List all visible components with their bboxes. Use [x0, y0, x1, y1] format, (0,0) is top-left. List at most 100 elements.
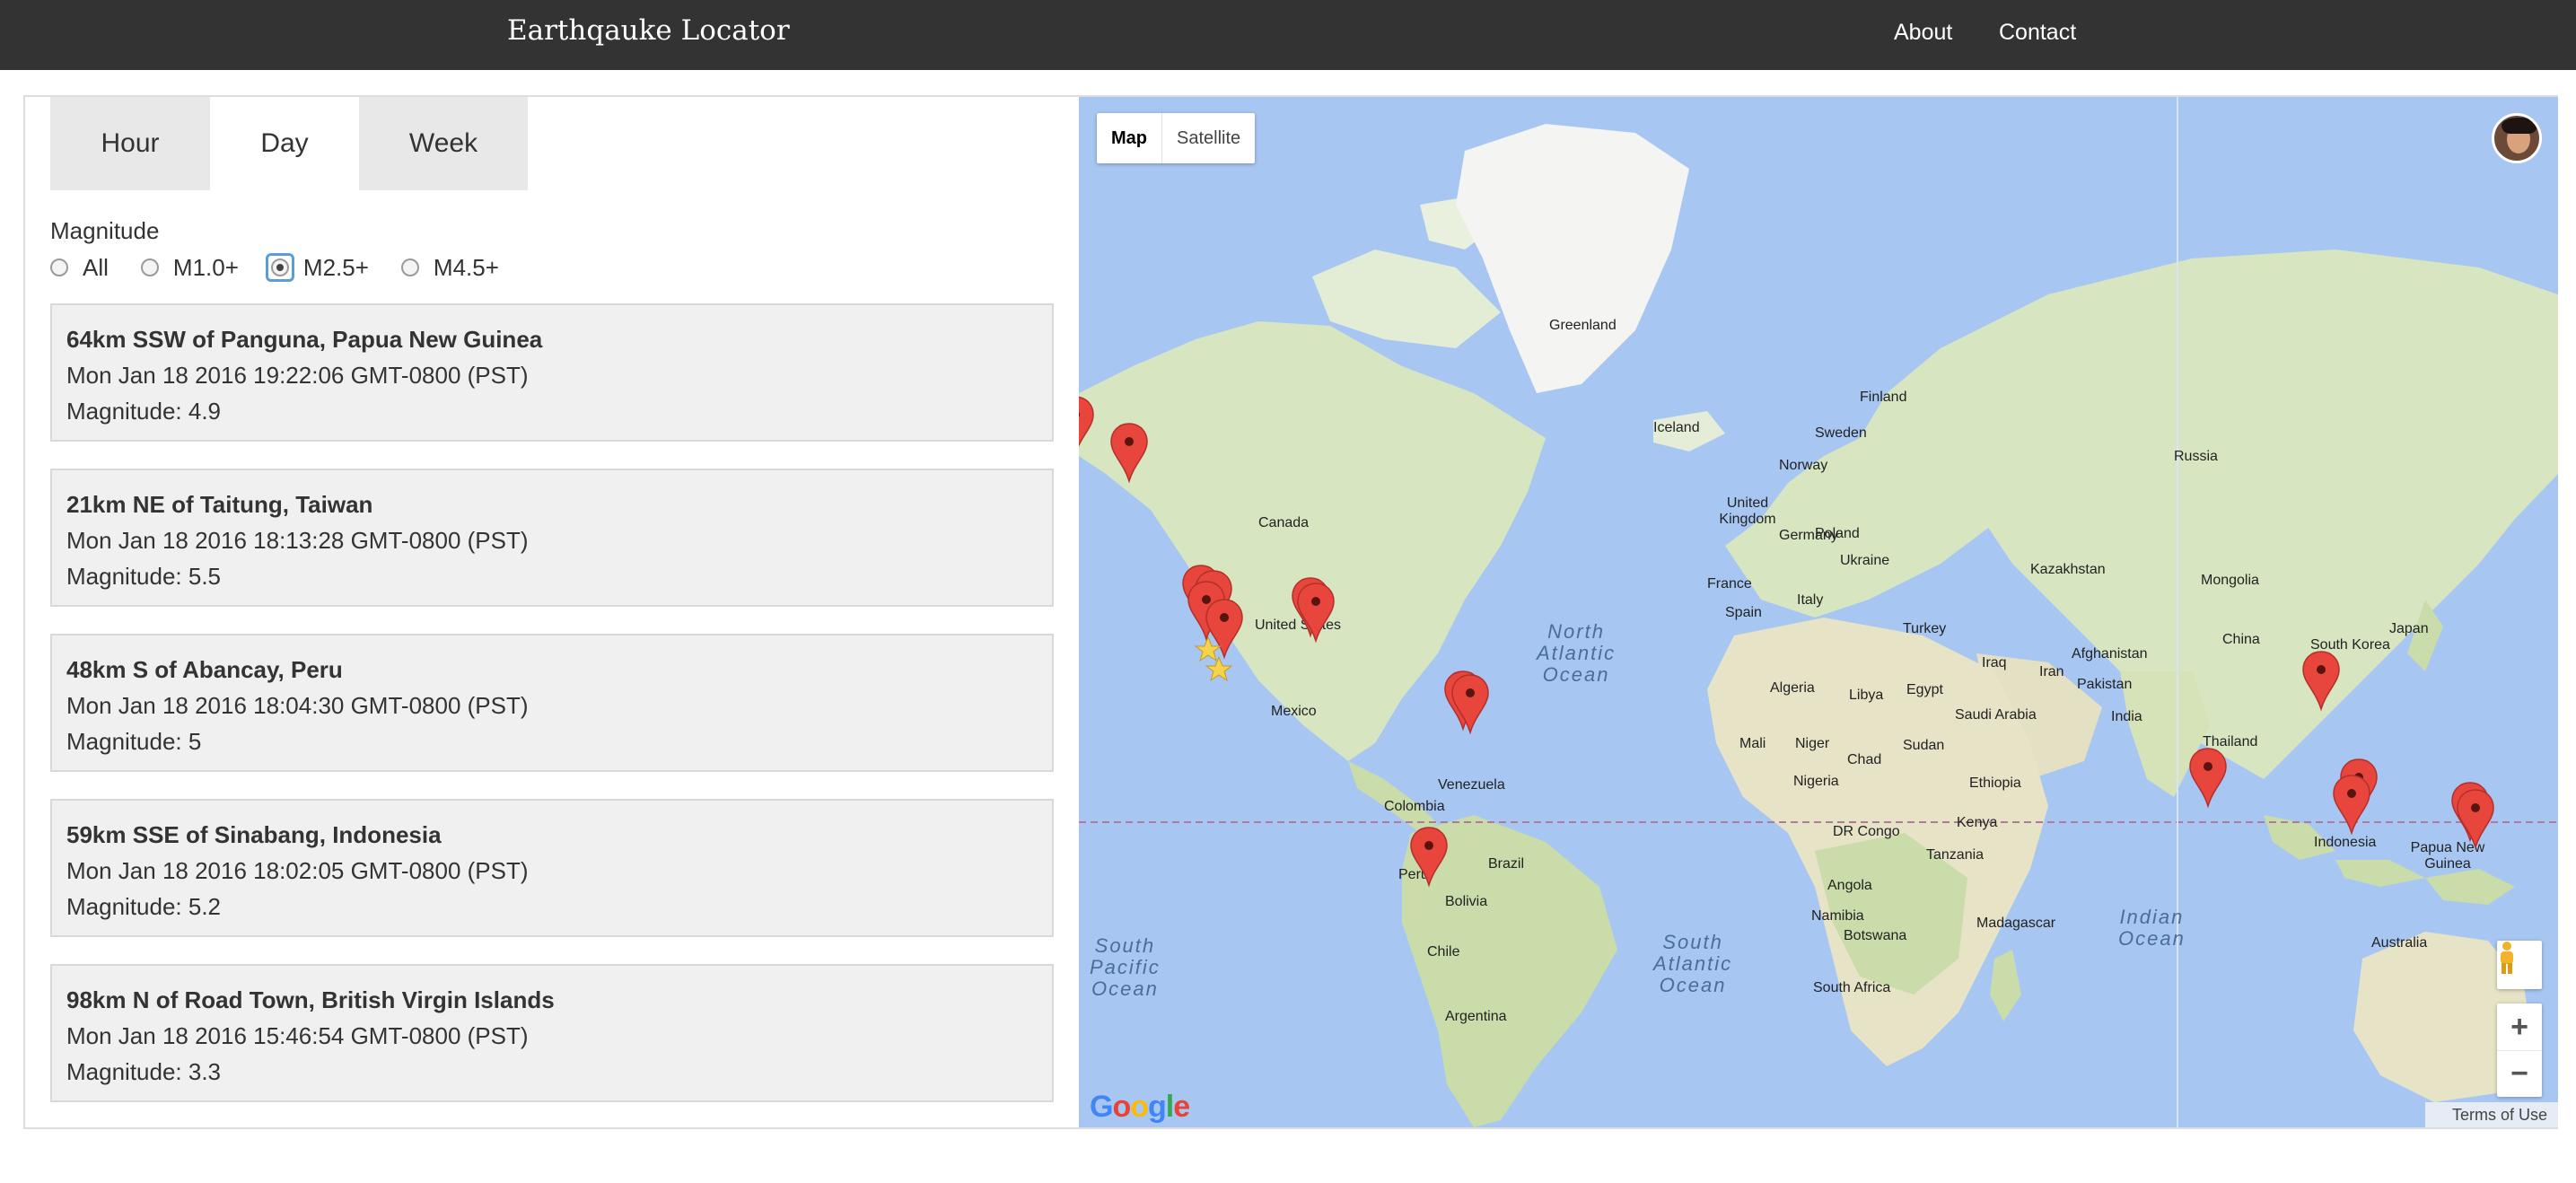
- map-label: DR Congo: [1833, 824, 1900, 839]
- nav-about-link[interactable]: About: [1894, 20, 1952, 46]
- ocean-label-south-atlantic: South Atlantic Ocean: [1653, 931, 1733, 996]
- quake-item[interactable]: 98km N of Road Town, British Virgin Isla…: [50, 964, 1054, 1102]
- ocean-label-south-pacific: South Pacific Ocean: [1090, 934, 1161, 1000]
- google-logo: Google: [1090, 1090, 1190, 1124]
- map-label: Saudi Arabia: [1955, 707, 2037, 723]
- quake-time: Mon Jan 18 2016 19:22:06 GMT-0800 (PST): [66, 362, 529, 389]
- map-label: Russia: [2174, 449, 2218, 464]
- map-label: Spain: [1725, 605, 1762, 620]
- map-label: South Africa: [1813, 980, 1891, 995]
- map-label: Algeria: [1770, 680, 1815, 696]
- map-label: India: [2111, 709, 2142, 724]
- map-label: China: [2222, 632, 2260, 647]
- zoom-out-button[interactable]: −: [2497, 1050, 2542, 1097]
- quake-list: 64km SSW of Panguna, Papua New Guinea Mo…: [50, 303, 1054, 1129]
- quake-item[interactable]: 21km NE of Taitung, Taiwan Mon Jan 18 20…: [50, 469, 1054, 607]
- avatar[interactable]: [2492, 113, 2542, 163]
- radio-m25[interactable]: [270, 259, 289, 276]
- quake-time: Mon Jan 18 2016 18:02:05 GMT-0800 (PST): [66, 857, 529, 884]
- ocean-label-north-atlantic: North Atlantic Ocean: [1537, 620, 1617, 686]
- tab-hour[interactable]: Hour: [50, 97, 210, 190]
- india-landmass: [2120, 671, 2210, 797]
- quake-magnitude: Magnitude: 4.9: [66, 398, 222, 425]
- map-label: South Korea: [2310, 637, 2390, 653]
- map-label: Papua New Guinea: [2410, 840, 2485, 872]
- map-type-map-button[interactable]: Map: [1097, 113, 1161, 163]
- map-label: Argentina: [1445, 1009, 1507, 1024]
- world-map[interactable]: Greenland Iceland Finland Sweden Norway …: [1079, 97, 2558, 1127]
- map-label: Tanzania: [1926, 847, 1985, 863]
- map-label: Sudan: [1903, 738, 1945, 753]
- quake-item[interactable]: 59km SSE of Sinabang, Indonesia Mon Jan …: [50, 799, 1054, 937]
- brand-title[interactable]: Earthqauke Locator: [507, 14, 790, 47]
- map-label: Sweden: [1815, 425, 1867, 441]
- quake-item[interactable]: 48km S of Abancay, Peru Mon Jan 18 2016 …: [50, 634, 1054, 772]
- radio-focus-ring: [265, 253, 294, 282]
- quake-magnitude: Magnitude: 5: [66, 728, 202, 755]
- map-label: Niger: [1795, 736, 1830, 751]
- radio-m1[interactable]: [140, 259, 159, 276]
- pegman-icon[interactable]: [2497, 941, 2542, 989]
- map-label: Italy: [1797, 592, 1824, 608]
- main-container: Hour Day Week Magnitude All M1.0+ M2.5+ …: [23, 95, 2558, 1129]
- map-label: Mongolia: [2201, 573, 2259, 588]
- map-label: Ethiopia: [1969, 776, 2021, 791]
- map-label: Ukraine: [1840, 553, 1890, 568]
- map-label: Mali: [1739, 736, 1766, 751]
- quake-item[interactable]: 64km SSW of Panguna, Papua New Guinea Mo…: [50, 303, 1054, 442]
- map-label: Indonesia: [2314, 835, 2377, 850]
- ocean-label-indian: Indian Ocean: [2118, 906, 2186, 950]
- map-label: Chile: [1427, 944, 1460, 960]
- map-type-satellite-button[interactable]: Satellite: [1161, 113, 1255, 163]
- radio-all[interactable]: [50, 259, 68, 276]
- quake-place: 48km S of Abancay, Peru: [66, 656, 343, 683]
- quake-place: 64km SSW of Panguna, Papua New Guinea: [66, 326, 543, 353]
- quake-magnitude: Magnitude: 5.5: [66, 563, 222, 590]
- magnitude-option-m45[interactable]: M4.5+: [400, 254, 499, 282]
- map-label: Iran: [2039, 664, 2064, 679]
- map-label: Japan: [2389, 621, 2429, 636]
- map-label: Nigeria: [1793, 774, 1839, 789]
- map-label: Afghanistan: [2072, 646, 2148, 662]
- map-label: Botswana: [1844, 928, 1907, 943]
- magnitude-option-label: M1.0+: [172, 253, 239, 281]
- map-label: Norway: [1779, 458, 1828, 473]
- terms-of-use-link[interactable]: Terms of Use: [2424, 1102, 2558, 1127]
- quake-magnitude: Magnitude: 5.2: [66, 893, 222, 920]
- map-label: United Kingdom: [1719, 495, 1776, 527]
- map-canvas[interactable]: [1079, 97, 2558, 1127]
- map-label: Angola: [1827, 878, 1872, 893]
- map-label: Australia: [2371, 935, 2428, 951]
- map-label: United States: [1255, 618, 1342, 633]
- map-type-control: Map Satellite: [1097, 113, 1256, 163]
- map-label: Turkey: [1903, 621, 1947, 636]
- tab-day[interactable]: Day: [210, 97, 359, 190]
- magnitude-option-label: All: [83, 253, 109, 281]
- quake-place: 21km NE of Taitung, Taiwan: [66, 491, 373, 518]
- map-label: Greenland: [1549, 318, 1617, 333]
- nav-contact-link[interactable]: Contact: [1999, 20, 2076, 46]
- map-label: Colombia: [1384, 799, 1445, 814]
- map-label: Pakistan: [2077, 677, 2133, 692]
- magnitude-option-m1[interactable]: M1.0+: [140, 253, 239, 282]
- greenland-landmass: [1456, 124, 1689, 393]
- map-label: Namibia: [1811, 908, 1864, 924]
- madagascar-landmass: [1990, 950, 2021, 1021]
- magnitude-option-m25[interactable]: M2.5+: [265, 253, 369, 282]
- magnitude-option-label: M2.5+: [302, 253, 369, 281]
- magnitude-label: Magnitude: [50, 217, 160, 244]
- quake-list-panel: Hour Day Week Magnitude All M1.0+ M2.5+ …: [25, 97, 1079, 1127]
- map-label: Iceland: [1653, 420, 1700, 435]
- map-label: Canada: [1258, 515, 1310, 530]
- map-label: Mexico: [1271, 704, 1317, 719]
- map-label: Bolivia: [1445, 894, 1488, 909]
- new-guinea-landmass: [2425, 869, 2515, 905]
- zoom-in-button[interactable]: +: [2497, 1003, 2542, 1050]
- radio-m45[interactable]: [400, 259, 419, 276]
- magnitude-option-all[interactable]: All: [50, 254, 109, 282]
- map-label: Poland: [1815, 526, 1860, 541]
- quake-magnitude: Magnitude: 3.3: [66, 1058, 222, 1085]
- quake-time: Mon Jan 18 2016 15:46:54 GMT-0800 (PST): [66, 1022, 529, 1049]
- tab-week[interactable]: Week: [359, 97, 528, 190]
- map-label: Egypt: [1906, 682, 1943, 697]
